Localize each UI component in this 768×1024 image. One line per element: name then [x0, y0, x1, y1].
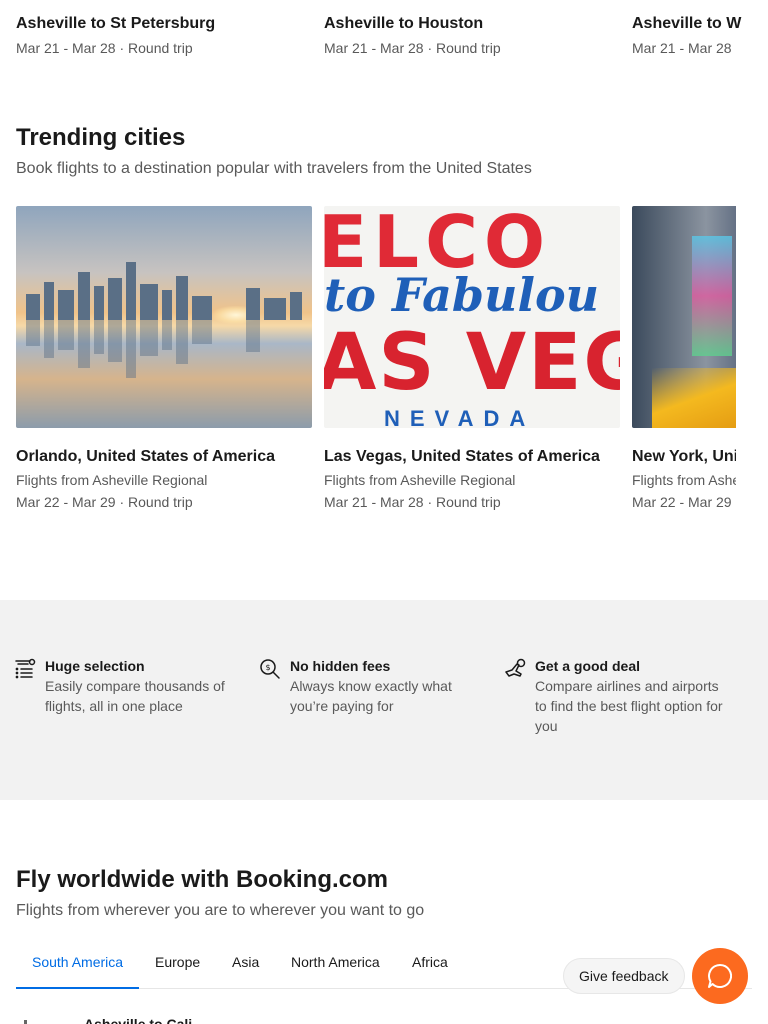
taxi-graphic [652, 368, 736, 428]
list-icon [15, 658, 36, 679]
city-dates: Mar 22 - Mar 29 · Round trip [16, 494, 193, 510]
benefit-title: No hidden fees [290, 658, 391, 674]
skyline-reflection [26, 320, 260, 378]
city-title: Orlando, United States of America [16, 448, 276, 465]
chat-bubble-icon [708, 963, 732, 988]
city-title: New York, Uni [632, 448, 736, 465]
benefit-description: Easily compare thousands of flights, all… [45, 678, 225, 714]
recent-routes-row: Asheville to St Petersburg Mar 21 - Mar … [0, 0, 768, 70]
benefit-title: Get a good deal [535, 658, 641, 674]
benefit-good-deal: Get a good deal Compare airlines and air… [504, 658, 734, 736]
city-image: ELCO to Fabulou AS VEG NEVADA [324, 206, 620, 428]
tab-africa[interactable]: Africa [396, 946, 464, 989]
city-image [16, 206, 312, 428]
tab-asia[interactable]: Asia [216, 946, 275, 989]
svg-text:$: $ [265, 663, 270, 672]
magnifier-dollar-icon: $ [260, 659, 280, 679]
route-title: Asheville to St Petersburg [16, 15, 216, 32]
route-title[interactable]: Asheville to Cali [84, 1016, 192, 1024]
city-dates: Mar 21 - Mar 28 · Round trip [324, 494, 501, 510]
route-meta: Mar 21 - Mar 28 · Round trip [16, 40, 193, 56]
route-card[interactable]: Asheville to St Petersburg Mar 21 - Mar … [16, 14, 312, 56]
benefit-title: Huge selection [45, 658, 145, 674]
trending-cities-carousel: Orlando, United States of America Flight… [0, 206, 736, 526]
tab-south-america[interactable]: South America [16, 946, 140, 989]
sign-text-bottom: NEVADA [384, 406, 536, 428]
trending-subtitle: Book flights to a destination popular wi… [16, 160, 532, 177]
sign-text-mid: to Fabulou [324, 268, 600, 322]
city-card-new-york[interactable]: New York, Uni Flights from Ashe Mar 22 -… [632, 206, 736, 510]
tab-north-america[interactable]: North America [275, 946, 396, 989]
route-title: Asheville to W [632, 15, 742, 32]
city-card-las-vegas[interactable]: ELCO to Fabulou AS VEG NEVADA Las Vegas,… [324, 206, 620, 510]
city-origin: Flights from Asheville Regional [16, 472, 208, 488]
trending-title: Trending cities [16, 124, 186, 151]
city-card-orlando[interactable]: Orlando, United States of America Flight… [16, 206, 312, 510]
tab-europe[interactable]: Europe [139, 946, 216, 989]
sign-text-big: AS VEG [324, 318, 620, 408]
route-title: Asheville to Houston [324, 15, 484, 32]
billboard-graphic [692, 236, 732, 356]
give-feedback-button[interactable]: Give feedback [563, 958, 685, 994]
skyline-graphic [26, 262, 302, 320]
benefit-huge-selection: Huge selection Easily compare thousands … [14, 658, 244, 716]
worldwide-title: Fly worldwide with Booking.com [16, 866, 389, 893]
benefit-description: Always know exactly what you’re paying f… [290, 678, 452, 714]
city-origin: Flights from Asheville Regional [324, 472, 516, 488]
city-dates: Mar 22 - Mar 29 [632, 494, 732, 510]
benefit-description: Compare airlines and airports to find th… [535, 678, 723, 734]
route-meta: Mar 21 - Mar 28 [632, 40, 732, 56]
route-meta: Mar 21 - Mar 28 · Round trip [324, 40, 501, 56]
city-title: Las Vegas, United States of America [324, 448, 600, 465]
route-thumbnail [16, 1016, 68, 1024]
route-card[interactable]: Asheville to Houston Mar 21 - Mar 28 · R… [324, 14, 620, 56]
city-image [632, 206, 736, 428]
route-card[interactable]: Asheville to W Mar 21 - Mar 28 [632, 14, 768, 56]
benefit-no-hidden-fees: $ No hidden fees Always know exactly wha… [259, 658, 489, 716]
chat-button[interactable] [692, 948, 748, 1004]
city-origin: Flights from Ashe [632, 472, 736, 488]
worldwide-subtitle: Flights from wherever you are to whereve… [16, 902, 425, 919]
plane-deal-icon [505, 658, 526, 677]
benefits-band: Huge selection Easily compare thousands … [0, 600, 768, 800]
